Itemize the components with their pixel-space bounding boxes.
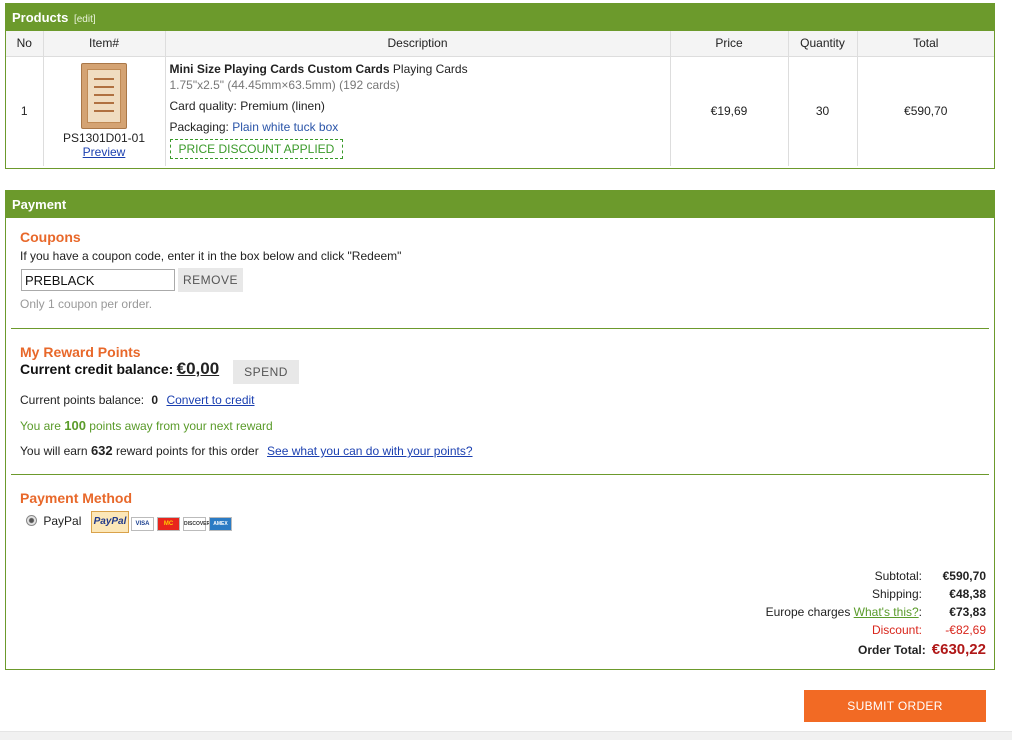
- paypal-radio[interactable]: [26, 515, 37, 526]
- submit-order-button[interactable]: SUBMIT ORDER: [804, 690, 986, 722]
- preview-link[interactable]: Preview: [83, 145, 126, 159]
- amex-icon: AMEX: [209, 517, 232, 531]
- remove-coupon-button[interactable]: REMOVE: [178, 268, 243, 292]
- credit-balance-value: €0,00: [176, 359, 220, 378]
- points-away: You are 100 points away from your next r…: [20, 418, 273, 433]
- products-table: No Item# Description Price Quantity Tota…: [6, 31, 994, 166]
- col-item: Item#: [43, 31, 166, 57]
- product-thumbnail[interactable]: [81, 63, 127, 130]
- discover-icon: DISCOVER: [183, 517, 210, 531]
- page-footer-band: [0, 731, 1012, 740]
- shipping-row: Shipping: €48,38: [871, 587, 986, 601]
- points-earn: You will earn 632 reward points for this…: [20, 443, 473, 458]
- rewards-title: My Reward Points: [20, 344, 141, 360]
- europe-charges-row: Europe charges What's this?: €73,83: [765, 605, 986, 619]
- product-size: 1.75"x2.5" (44.45mm×63.5mm) (192 cards): [169, 77, 400, 92]
- mastercard-icon: MC: [157, 517, 180, 531]
- divider: [11, 328, 989, 329]
- packaging: Packaging: Plain white tuck box: [169, 119, 339, 134]
- order-totals: Subtotal: €590,70 Shipping: €48,38 Europe …: [726, 567, 986, 661]
- products-title: Products: [12, 10, 69, 25]
- col-quantity: Quantity: [788, 31, 858, 57]
- order-total-row: Order Total: €630,22: [857, 641, 986, 658]
- row-total: €590,70: [904, 104, 948, 119]
- row-quantity: 30: [788, 56, 858, 166]
- see-points-link[interactable]: See what you can do with your points?: [267, 444, 472, 458]
- coupons-title: Coupons: [20, 229, 81, 245]
- col-total: Total: [857, 31, 994, 57]
- payment-panel: Payment Coupons If you have a coupon cod…: [5, 190, 995, 670]
- row-price: €19,69: [670, 56, 789, 166]
- col-no: No: [6, 31, 44, 57]
- price-discount-badge: PRICE DISCOUNT APPLIED: [169, 138, 344, 159]
- products-header: Products [edit]: [6, 4, 994, 31]
- payment-title: Payment: [12, 197, 67, 212]
- product-name: Mini Size Playing Cards Custom Cards Pla…: [169, 61, 468, 76]
- visa-icon: VISA: [131, 517, 154, 531]
- products-edit-link[interactable]: [edit]: [74, 14, 96, 25]
- table-row: 1 PS1301D01-01 Preview Mini Size Playing…: [6, 56, 994, 166]
- table-header-row: No Item# Description Price Quantity Tota…: [6, 31, 994, 57]
- row-description: Mini Size Playing Cards Custom Cards Pla…: [165, 56, 671, 166]
- coupons-instruction: If you have a coupon code, enter it in t…: [20, 249, 402, 263]
- col-description: Description: [165, 31, 671, 57]
- discount-row: Discount: -€82,69: [871, 623, 986, 637]
- points-balance: Current points balance: 0 Convert to cre…: [20, 393, 255, 407]
- products-panel: Products [edit] No Item# Description Pri…: [5, 3, 995, 169]
- row-item: PS1301D01-01 Preview: [43, 56, 166, 166]
- whats-this-link[interactable]: What's this?: [854, 605, 919, 619]
- subtotal-row: Subtotal: €590,70: [874, 569, 986, 583]
- card-quality: Card quality: Premium (linen): [169, 98, 325, 113]
- payment-header: Payment: [6, 191, 994, 218]
- item-code: PS1301D01-01: [62, 131, 146, 146]
- coupon-input[interactable]: [21, 269, 175, 291]
- credit-balance: Current credit balance: €0,00: [20, 359, 220, 378]
- spend-button[interactable]: SPEND: [233, 360, 299, 384]
- points-value: 0: [151, 393, 159, 407]
- paypal-option-label: PayPal: [43, 514, 82, 528]
- coupon-note: Only 1 coupon per order.: [20, 297, 153, 311]
- convert-to-credit-link[interactable]: Convert to credit: [166, 393, 254, 407]
- col-price: Price: [670, 31, 789, 57]
- payment-method-title: Payment Method: [20, 490, 133, 506]
- paypal-logo: PayPal: [91, 511, 129, 533]
- divider: [11, 474, 989, 475]
- row-no: 1: [6, 56, 44, 166]
